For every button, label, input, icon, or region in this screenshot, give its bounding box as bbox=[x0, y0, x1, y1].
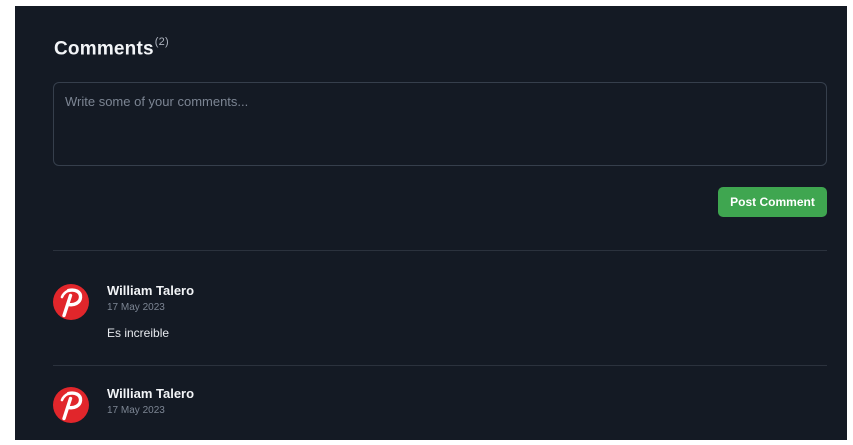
pinterest-logo-icon bbox=[60, 288, 83, 318]
comment-input[interactable] bbox=[54, 83, 826, 165]
comment-author: William Talero bbox=[107, 283, 195, 298]
comments-title: Comments(2) bbox=[54, 36, 169, 60]
section-divider bbox=[53, 250, 827, 251]
comment-divider bbox=[53, 365, 827, 366]
pinterest-logo-icon bbox=[60, 391, 83, 421]
post-comment-button[interactable]: Post Comment bbox=[718, 187, 827, 217]
comment-input-container bbox=[53, 82, 827, 166]
comment-text: Es increible bbox=[107, 326, 170, 340]
comments-count: (2) bbox=[154, 36, 169, 48]
avatar[interactable] bbox=[53, 387, 89, 423]
avatar[interactable] bbox=[53, 284, 89, 320]
comment-author: William Talero bbox=[107, 386, 195, 401]
comments-title-label: Comments bbox=[54, 38, 154, 60]
comments-panel: Comments(2) Post Comment William Talero … bbox=[15, 6, 847, 440]
comment-date: 17 May 2023 bbox=[107, 302, 165, 313]
comment-date: 17 May 2023 bbox=[107, 405, 165, 416]
